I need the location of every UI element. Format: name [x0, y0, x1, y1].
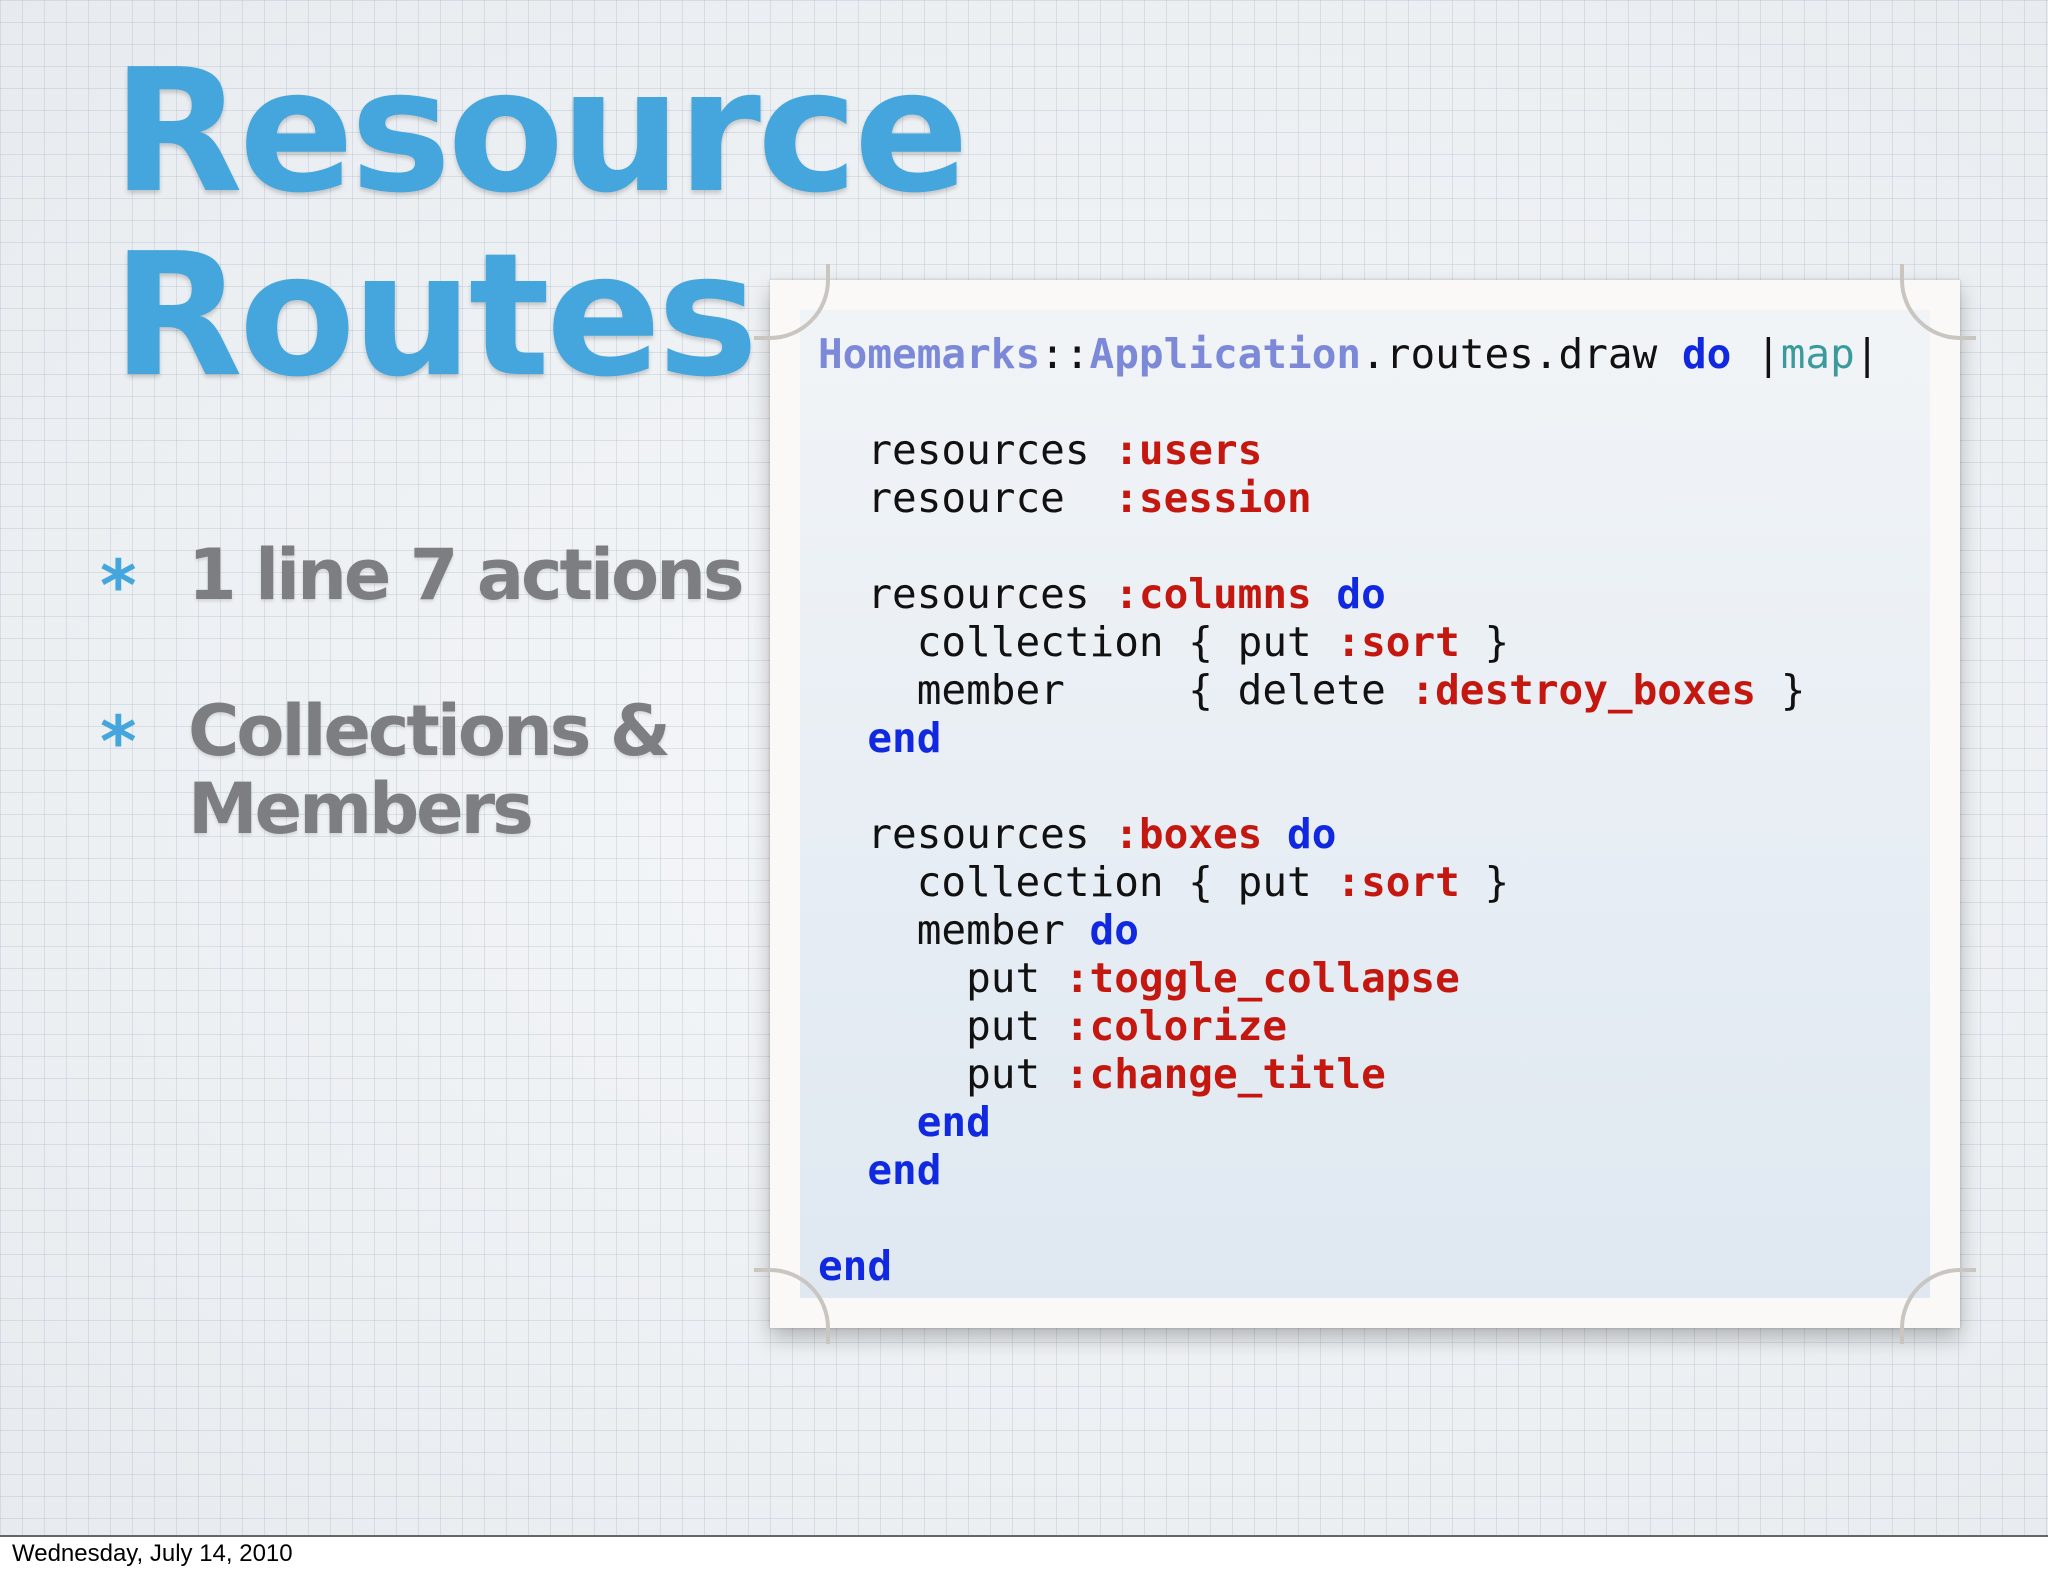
code-token-plain: } — [1459, 858, 1510, 906]
code-token-kw: do — [1089, 906, 1139, 954]
code-token-plain: member { delete — [916, 666, 1411, 714]
bullet-text-line: Members — [188, 768, 534, 850]
code-line: Homemarks::Application.routes.draw do |m… — [818, 330, 1879, 378]
code-token-plain: :: — [1040, 330, 1090, 378]
code-token-class: Homemarks — [818, 330, 1041, 378]
code-line: collection { put :sort } — [818, 858, 1879, 906]
code-token-plain: resources — [867, 810, 1115, 858]
code-line: end — [818, 1242, 1879, 1290]
code-token-kw: do — [1336, 570, 1386, 618]
code-token-sym: :destroy_boxes — [1410, 666, 1757, 714]
bullet-text-line: 1 line 7 actions — [188, 534, 745, 616]
bullet-text: Collections & Members — [188, 690, 671, 850]
code-line: put :toggle_collapse — [818, 954, 1879, 1002]
code-token-kw: do — [1287, 810, 1337, 858]
code-token-plain: .routes.draw — [1361, 330, 1682, 378]
footer-date: Wednesday, July 14, 2010 — [12, 1540, 293, 1567]
bullet-item: * 1 line 7 actions — [100, 534, 745, 627]
code-token-plain: resource — [867, 474, 1115, 522]
code-token-plain: put — [966, 1050, 1065, 1098]
code-token-sym: :users — [1114, 426, 1263, 474]
code-token-class: Application — [1089, 330, 1362, 378]
code-line: resources :columns do — [818, 570, 1879, 618]
code-token-sym: :sort — [1336, 858, 1460, 906]
asterisk-bullet-icon: * — [100, 701, 137, 783]
slide: Resource Routes * 1 line 7 actions * Col… — [0, 0, 2048, 1537]
code-token-plain: member — [916, 906, 1090, 954]
code-line: member do — [818, 906, 1879, 954]
code-token-plain: resources — [867, 570, 1115, 618]
code-token-plain: } — [1756, 666, 1806, 714]
bullet-item: * Collections & Members — [100, 690, 671, 850]
code-token-kw: end — [867, 714, 942, 762]
code-token-plain: collection { put — [916, 618, 1337, 666]
code-block: Homemarks::Application.routes.draw do |m… — [818, 330, 1879, 1290]
code-token-sym: :session — [1114, 474, 1312, 522]
code-token-kw: do — [1681, 330, 1732, 378]
code-token-var: map — [1780, 330, 1855, 378]
code-token-sym: :colorize — [1064, 1002, 1288, 1050]
code-line: resources :boxes do — [818, 810, 1879, 858]
bullet-text-line: Collections & — [188, 690, 671, 772]
code-token-sym: :columns — [1114, 570, 1312, 618]
code-token-sym: :sort — [1336, 618, 1460, 666]
code-line: member { delete :destroy_boxes } — [818, 666, 1879, 714]
code-token-kw: end — [818, 1242, 893, 1290]
code-token-kw: end — [867, 1146, 942, 1194]
code-line: collection { put :sort } — [818, 618, 1879, 666]
code-token-sym: :change_title — [1064, 1050, 1386, 1098]
code-line: end — [818, 1146, 1879, 1194]
code-line: end — [818, 1098, 1879, 1146]
code-token-plain: | — [1731, 330, 1781, 378]
code-token-plain: resources — [867, 426, 1115, 474]
code-token-kw: end — [916, 1098, 991, 1146]
code-line: resource :session — [818, 474, 1879, 522]
code-token-plain: | — [1854, 330, 1880, 378]
slide-title-line: Resource — [112, 33, 969, 231]
code-token-plain: put — [966, 1002, 1065, 1050]
code-token-sym: :boxes — [1114, 810, 1263, 858]
code-line: put :colorize — [818, 1002, 1879, 1050]
code-line: end — [818, 714, 1879, 762]
code-token-sym: :toggle_collapse — [1064, 954, 1460, 1002]
code-line: resources :users — [818, 426, 1879, 474]
asterisk-bullet-icon: * — [100, 545, 137, 627]
code-token-plain: collection { put — [916, 858, 1337, 906]
code-token-plain: put — [966, 954, 1065, 1002]
bullet-text: 1 line 7 actions — [188, 534, 745, 616]
code-token-plain: } — [1459, 618, 1510, 666]
code-line: put :change_title — [818, 1050, 1879, 1098]
